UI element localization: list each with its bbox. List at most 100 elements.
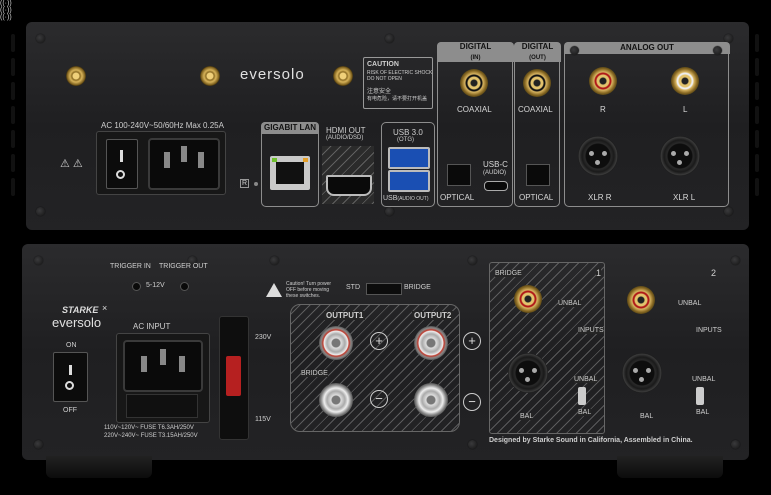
xlr-pin bbox=[633, 368, 638, 373]
channel2-inputs-label: INPUTS bbox=[696, 327, 722, 334]
caution-label: CAUTION RISK OF ELECTRIC SHOCK DO NOT OP… bbox=[363, 57, 433, 109]
ethernet-led bbox=[303, 158, 308, 162]
caution-line2: DO NOT OPEN bbox=[367, 76, 402, 82]
starke-logo: STARKE bbox=[62, 305, 99, 315]
channel1-unbal-input[interactable] bbox=[514, 285, 542, 313]
optical-in-label: OPTICAL bbox=[440, 193, 475, 202]
socket-pin bbox=[160, 349, 166, 365]
std-label: STD bbox=[346, 284, 360, 291]
usbc-port[interactable] bbox=[484, 181, 508, 191]
minus-icon: − bbox=[463, 393, 481, 411]
trigger-out-jack[interactable] bbox=[180, 282, 189, 291]
channel1-input-switch[interactable] bbox=[578, 387, 586, 405]
channel1-bridge-label: BRIDGE bbox=[495, 270, 522, 277]
output2-positive-terminal[interactable] bbox=[414, 326, 448, 360]
iec-power-socket[interactable] bbox=[123, 340, 203, 392]
foot-left bbox=[46, 456, 152, 478]
xlr-pin bbox=[684, 151, 689, 156]
hdmi-port[interactable] bbox=[326, 175, 372, 196]
std-bridge-switch[interactable] bbox=[366, 283, 402, 295]
right-fin bbox=[755, 82, 759, 100]
antenna-connector[interactable] bbox=[66, 66, 86, 86]
ethernet-port-cavity bbox=[276, 162, 304, 184]
voltage-switch[interactable] bbox=[226, 356, 241, 396]
xlr-r-label: XLR R bbox=[588, 193, 612, 202]
coaxial-out-jack[interactable] bbox=[523, 69, 551, 97]
usb3-label: USB 3.0 bbox=[393, 128, 423, 137]
optical-out-port[interactable] bbox=[526, 164, 550, 186]
antenna-connector[interactable] bbox=[200, 66, 220, 86]
analog-l-jack[interactable] bbox=[671, 67, 699, 95]
channel1-bal-label: BAL bbox=[520, 413, 534, 420]
led-dot bbox=[254, 182, 258, 186]
screw bbox=[713, 46, 722, 55]
coaxial-in-jack[interactable] bbox=[460, 69, 488, 97]
digital-in-title: DIGITAL bbox=[459, 42, 492, 51]
channel2-unbal-label: UNBAL bbox=[678, 300, 702, 307]
channel2-bal-input[interactable] bbox=[622, 353, 662, 393]
output1-negative-terminal[interactable] bbox=[319, 383, 353, 417]
socket-pin bbox=[164, 152, 170, 168]
screw bbox=[36, 207, 45, 216]
usbc-label: USB-C bbox=[483, 160, 508, 169]
foot-right bbox=[617, 456, 723, 478]
socket-pin bbox=[141, 356, 147, 372]
left-fin bbox=[11, 130, 15, 148]
trigger-out-label: TRIGGER OUT bbox=[159, 263, 208, 270]
xlr-pin bbox=[639, 377, 644, 382]
optical-in-port[interactable] bbox=[447, 164, 471, 186]
output1-positive-terminal[interactable] bbox=[319, 326, 353, 360]
analog-r-jack[interactable] bbox=[589, 67, 617, 95]
channel1-bal-input[interactable] bbox=[508, 353, 548, 393]
channel1-unbal-label: UNBAL bbox=[558, 300, 582, 307]
right-fin bbox=[755, 178, 759, 196]
screw bbox=[385, 34, 394, 43]
screw bbox=[731, 440, 740, 449]
trigger-in-jack[interactable] bbox=[132, 282, 141, 291]
power-switch[interactable] bbox=[106, 139, 138, 189]
xlr-pin bbox=[671, 151, 676, 156]
switch-off-mark bbox=[65, 381, 74, 390]
xlr-pin bbox=[589, 151, 594, 156]
ac-input-label: AC INPUT bbox=[133, 322, 171, 331]
switch-on-mark bbox=[120, 150, 123, 162]
power-off-label: OFF bbox=[63, 407, 77, 414]
screw bbox=[570, 46, 579, 55]
trigger-in-label: TRIGGER IN bbox=[110, 263, 151, 270]
usb-port-1[interactable] bbox=[388, 147, 430, 169]
analog-out-header: ANALOG OUT bbox=[564, 42, 730, 54]
screw bbox=[468, 256, 477, 265]
xlr-pin bbox=[519, 368, 524, 373]
switch-on-mark bbox=[69, 365, 72, 375]
usbc-sub: (AUDIO) bbox=[483, 170, 506, 176]
usb-port-2[interactable] bbox=[388, 170, 430, 192]
channel1-bal-switch-label: BAL bbox=[578, 409, 592, 416]
analog-r-label: R bbox=[600, 105, 606, 114]
digital-in-header: DIGITAL (IN) bbox=[437, 42, 514, 62]
xlr-l-jack[interactable] bbox=[660, 136, 700, 176]
fuse-drawer[interactable] bbox=[126, 394, 198, 418]
channel2-unbal-input[interactable] bbox=[627, 286, 655, 314]
digital-out-sub: (OUT) bbox=[529, 55, 546, 61]
iec-power-socket[interactable] bbox=[148, 138, 220, 190]
antenna-connector[interactable] bbox=[333, 66, 353, 86]
channel1-number: 1 bbox=[596, 268, 602, 278]
xlr-pin bbox=[595, 160, 600, 165]
voltage-115-label: 115V bbox=[255, 416, 271, 423]
channel2-input-switch[interactable] bbox=[696, 387, 704, 405]
xlr-r-jack[interactable] bbox=[578, 136, 618, 176]
ethernet-port[interactable] bbox=[270, 156, 310, 190]
usb-bottom-sub: (AUDIO OUT) bbox=[397, 196, 429, 202]
xlr-pin bbox=[677, 160, 682, 165]
ethernet-led bbox=[272, 158, 277, 162]
output2-negative-terminal[interactable] bbox=[414, 383, 448, 417]
usb-audio-out-label: USB(AUDIO OUT) bbox=[383, 195, 429, 202]
switch-off-mark bbox=[116, 170, 125, 179]
warning-icon: ⚠ ⚠ bbox=[60, 158, 83, 170]
analog-out-section bbox=[564, 42, 729, 207]
rocker-switch[interactable] bbox=[53, 352, 88, 402]
xlr-l-label: XLR L bbox=[673, 193, 696, 202]
left-fin bbox=[11, 178, 15, 196]
power-rating: AC 100-240V~50/60Hz Max 0.25A bbox=[101, 121, 224, 130]
right-fin bbox=[755, 34, 759, 52]
